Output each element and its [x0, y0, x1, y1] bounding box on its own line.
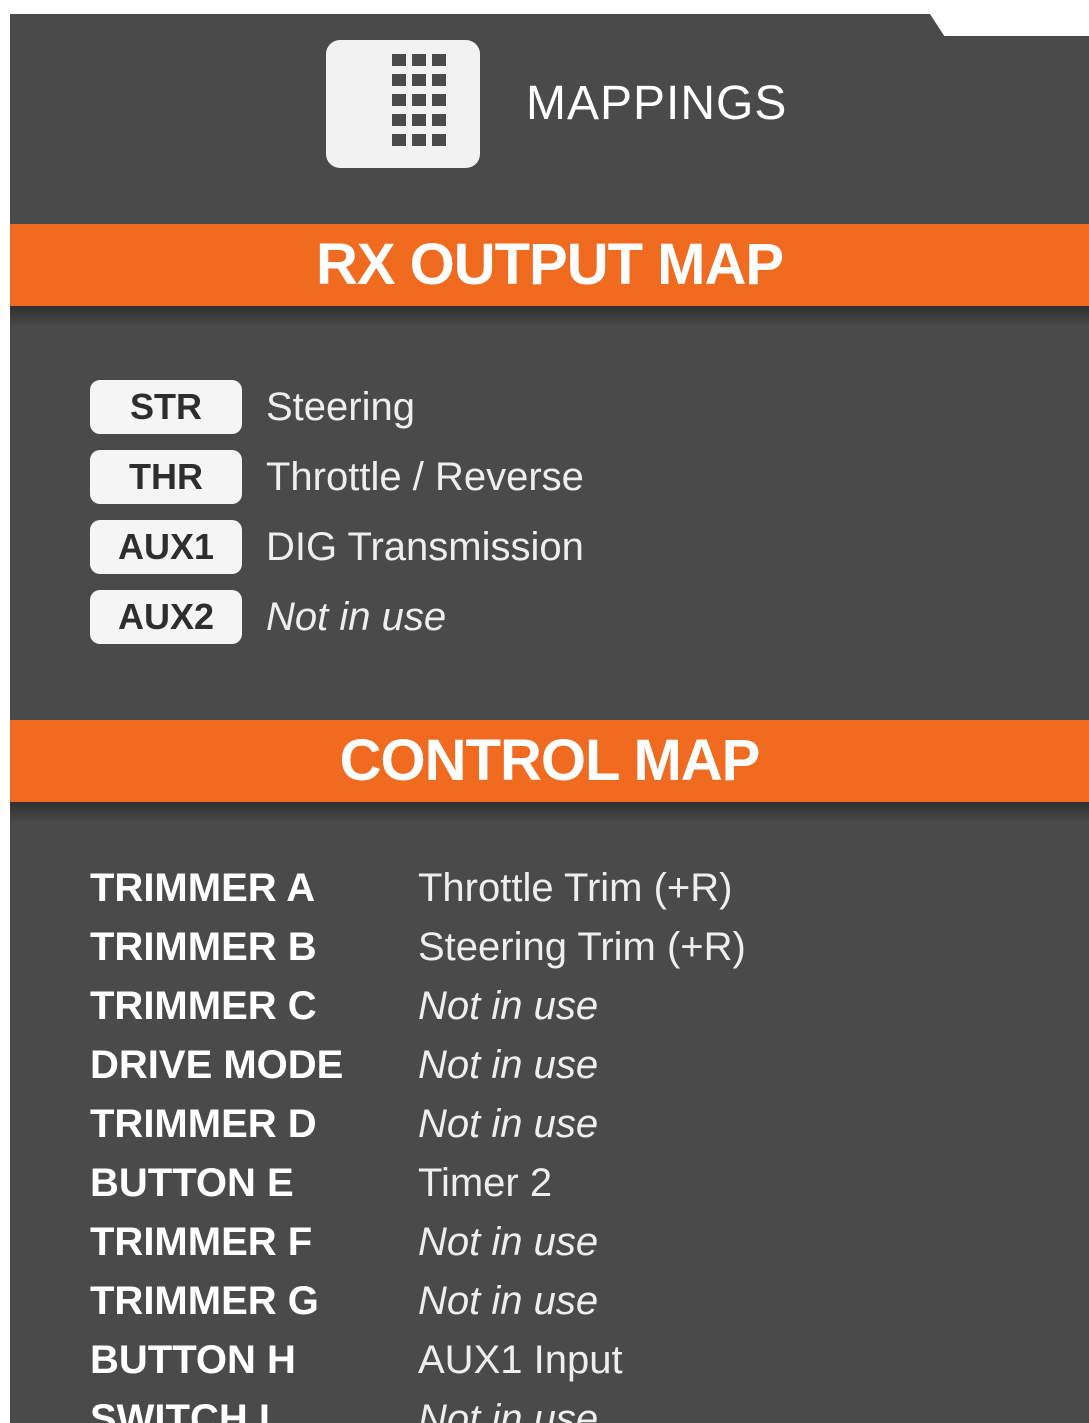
- control-assignment: AUX1 Input: [418, 1338, 623, 1382]
- rx-output-map-title: RX OUTPUT MAP: [10, 224, 1089, 306]
- band-shadow: [10, 802, 1089, 822]
- control-assignment: Not in use: [418, 1043, 599, 1087]
- channel-badge: STR: [90, 380, 242, 434]
- control-assignment: Throttle Trim (+R): [418, 866, 733, 910]
- band-shadow: [10, 306, 1089, 326]
- control-name: TRIMMER F: [90, 1220, 313, 1264]
- control-name: TRIMMER A: [90, 866, 316, 910]
- channel-function: Throttle / Reverse: [266, 455, 584, 499]
- control-name: BUTTON H: [90, 1338, 296, 1382]
- control-map-title: CONTROL MAP: [10, 720, 1089, 802]
- page-title: MAPPINGS: [526, 77, 788, 130]
- channel-badge: AUX1: [90, 520, 242, 574]
- control-name: TRIMMER C: [90, 984, 317, 1028]
- control-assignment: Not in use: [418, 1102, 599, 1146]
- control-name: TRIMMER D: [90, 1102, 317, 1146]
- control-row: TRIMMER A Throttle Trim (+R): [90, 860, 990, 916]
- control-assignment: Not in use: [418, 984, 599, 1028]
- control-row: TRIMMER G Not in use: [90, 1273, 990, 1329]
- control-row: SWITCH I Not in use: [90, 1391, 990, 1423]
- control-row: TRIMMER C Not in use: [90, 978, 990, 1034]
- channel-function: DIG Transmission: [266, 525, 584, 569]
- control-row: BUTTON H AUX1 Input: [90, 1332, 990, 1388]
- channel-badge: AUX2: [90, 590, 242, 644]
- channel-function: Steering: [266, 385, 415, 429]
- control-row: TRIMMER D Not in use: [90, 1096, 990, 1152]
- control-name: TRIMMER G: [90, 1279, 319, 1323]
- control-name: BUTTON E: [90, 1161, 294, 1205]
- control-assignment: Steering Trim (+R): [418, 925, 746, 969]
- control-assignment: Not in use: [418, 1279, 599, 1323]
- control-name: SWITCH I: [90, 1397, 270, 1423]
- control-assignment: Timer 2: [418, 1161, 553, 1205]
- top-strip: [0, 0, 1089, 14]
- channel-function: Not in use: [266, 595, 447, 639]
- control-row: DRIVE MODE Not in use: [90, 1037, 990, 1093]
- mappings-panel: MAPPINGS RX OUTPUT MAP STR Steering THR …: [10, 14, 1089, 1423]
- control-name: DRIVE MODE: [90, 1043, 344, 1087]
- control-row: BUTTON E Timer 2: [90, 1155, 990, 1211]
- control-row: TRIMMER F Not in use: [90, 1214, 990, 1270]
- control-name: TRIMMER B: [90, 925, 317, 969]
- corner-tab: [930, 14, 1089, 36]
- channel-badge: THR: [90, 450, 242, 504]
- control-assignment: Not in use: [418, 1220, 599, 1264]
- grid-icon: [326, 40, 480, 168]
- control-row: TRIMMER B Steering Trim (+R): [90, 919, 990, 975]
- control-assignment: Not in use: [418, 1397, 599, 1423]
